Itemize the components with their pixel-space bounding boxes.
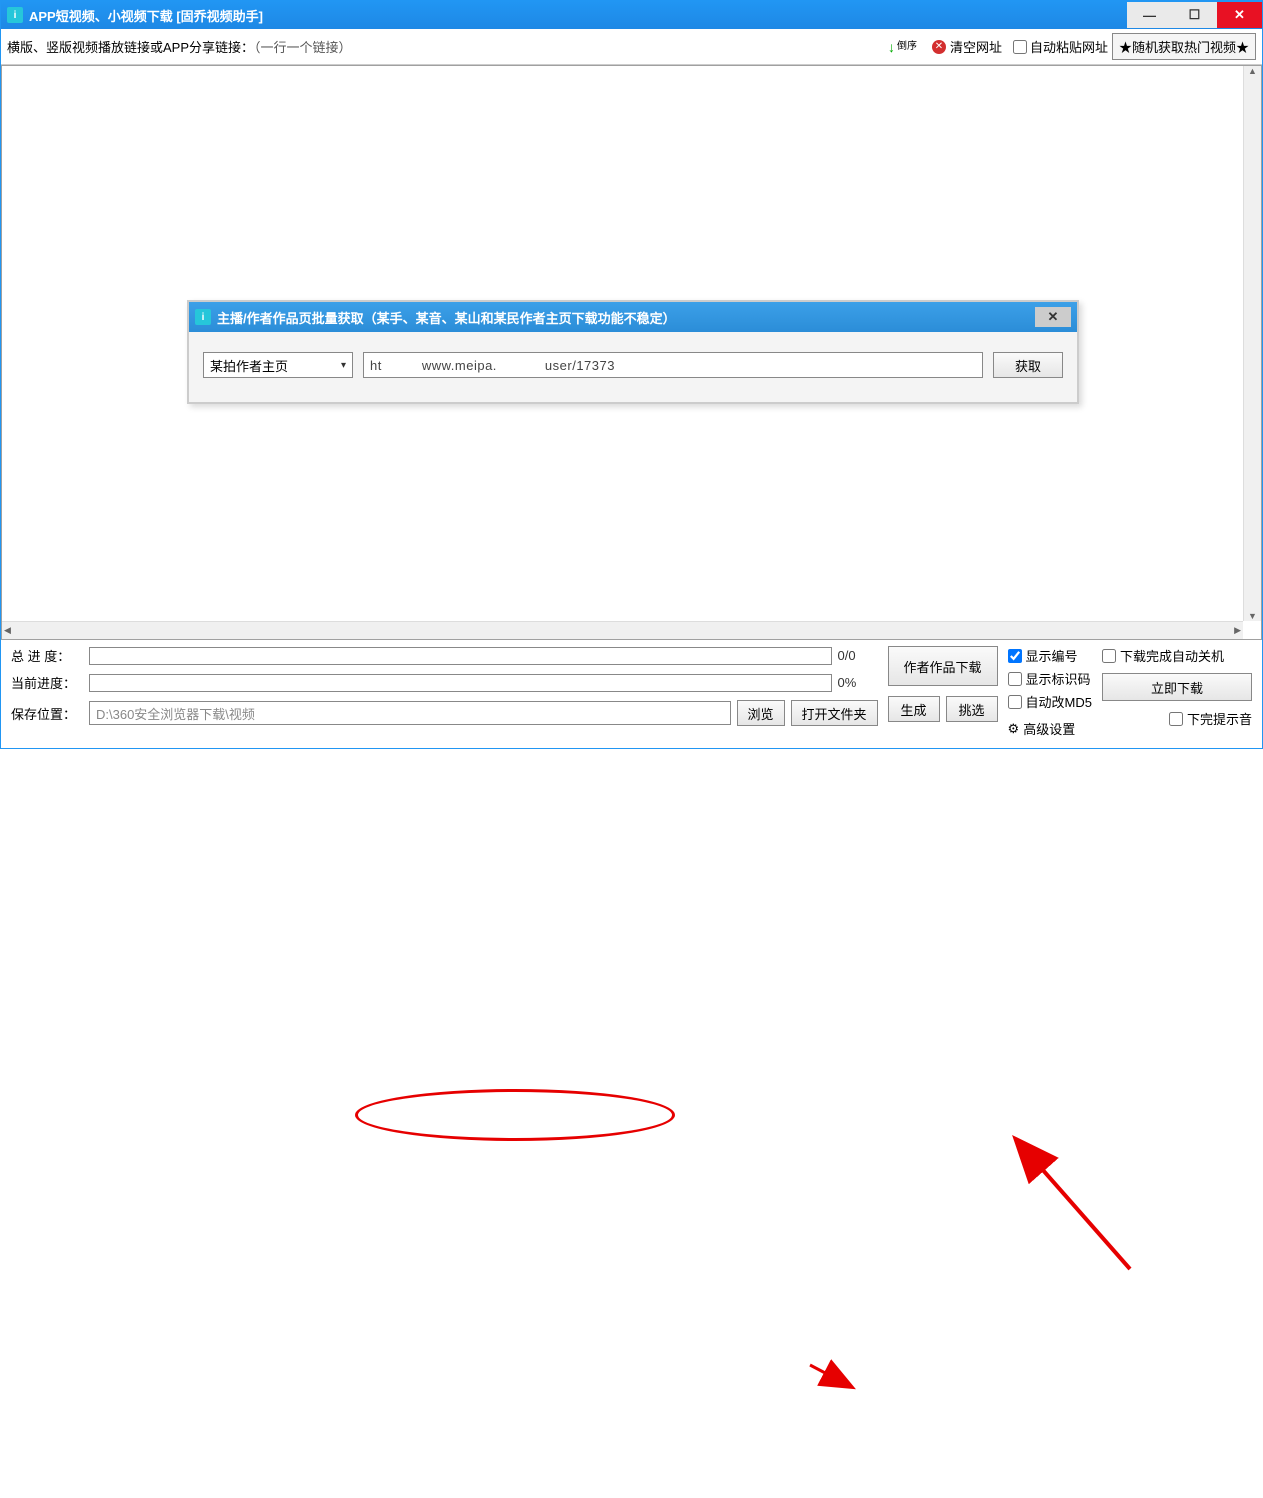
browse-button[interactable]: 浏览 xyxy=(737,700,785,726)
chevron-down-icon: ▾ xyxy=(341,360,346,371)
platform-dropdown[interactable]: 某拍作者主页 ▾ xyxy=(203,352,353,378)
dialog-close-button[interactable]: ✕ xyxy=(1035,307,1071,327)
close-button[interactable]: ✕ xyxy=(1217,2,1262,28)
dialog-titlebar: i 主播/作者作品页批量获取（某手、某音、某山和某民作者主页下载功能不稳定） ✕ xyxy=(189,302,1077,332)
get-button[interactable]: 获取 xyxy=(993,352,1063,378)
author-batch-dialog: i 主播/作者作品页批量获取（某手、某音、某山和某民作者主页下载功能不稳定） ✕… xyxy=(187,300,1079,404)
sort-button[interactable]: ↓ 倒序 xyxy=(884,39,921,55)
clear-icon: ✕ xyxy=(932,40,946,54)
annotation-ellipse xyxy=(355,1089,675,1141)
clear-urls-button[interactable]: ✕ 清空网址 xyxy=(925,34,1009,59)
window-buttons: — ☐ ✕ xyxy=(1127,2,1262,28)
dialog-title: 主播/作者作品页批量获取（某手、某音、某山和某民作者主页下载功能不稳定） xyxy=(217,308,1029,327)
sort-down-icon: ↓ xyxy=(888,39,895,55)
pick-button[interactable]: 挑选 xyxy=(946,696,998,722)
titlebar: i APP短视频、小视频下载 [固乔视频助手] — ☐ ✕ xyxy=(1,1,1262,29)
author-url-input[interactable]: ht www.meipa. user/17373 xyxy=(363,352,983,378)
dialog-app-icon: i xyxy=(195,309,211,325)
download-now-button[interactable]: 立即下载 xyxy=(1102,673,1252,701)
show-index-checkbox[interactable]: 显示编号 xyxy=(1008,646,1092,665)
done-sound-checkbox[interactable]: 下完提示音 xyxy=(1102,709,1252,728)
random-hot-button[interactable]: ★随机获取热门视频★ xyxy=(1112,33,1256,60)
current-progress-label: 当前进度： xyxy=(11,673,83,692)
app-icon: i xyxy=(7,7,23,23)
scrollbar-horizontal[interactable] xyxy=(2,621,1243,639)
current-progress-bar xyxy=(89,674,832,692)
window-title: APP短视频、小视频下载 [固乔视频助手] xyxy=(29,6,1127,25)
toolbar: 横版、竖版视频播放链接或APP分享链接：（一行一个链接） ↓ 倒序 ✕ 清空网址… xyxy=(1,29,1262,65)
total-progress-text: 0/0 xyxy=(838,648,878,663)
auto-shutdown-checkbox[interactable]: 下载完成自动关机 xyxy=(1102,646,1252,665)
bottom-panel: 总 进 度： 0/0 当前进度： 0% 保存位置： 浏览 打开文件夹 作者作品下… xyxy=(1,640,1262,748)
save-path-label: 保存位置： xyxy=(11,704,83,723)
maximize-button[interactable]: ☐ xyxy=(1172,2,1217,28)
annotation-arrow-2 xyxy=(810,1365,848,1385)
current-progress-text: 0% xyxy=(838,675,878,690)
auto-md5-checkbox[interactable]: 自动改MD5 xyxy=(1008,692,1092,711)
scrollbar-vertical[interactable] xyxy=(1243,66,1261,621)
generate-button[interactable]: 生成 xyxy=(888,696,940,722)
author-works-button[interactable]: 作者作品下载 xyxy=(888,646,998,686)
gear-icon: ⚙ xyxy=(1008,721,1020,737)
annotation-arrow-1 xyxy=(1020,1144,1130,1269)
open-folder-button[interactable]: 打开文件夹 xyxy=(791,700,878,726)
save-path-input[interactable] xyxy=(89,701,731,725)
total-progress-bar xyxy=(89,647,832,665)
input-label: 横版、竖版视频播放链接或APP分享链接：（一行一个链接） xyxy=(7,37,352,56)
autopaste-checkbox[interactable]: 自动粘贴网址 xyxy=(1013,37,1108,56)
advanced-settings-link[interactable]: ⚙ 高级设置 xyxy=(1008,719,1092,738)
show-id-checkbox[interactable]: 显示标识码 xyxy=(1008,669,1092,688)
minimize-button[interactable]: — xyxy=(1127,2,1172,28)
total-progress-label: 总 进 度： xyxy=(11,646,83,665)
